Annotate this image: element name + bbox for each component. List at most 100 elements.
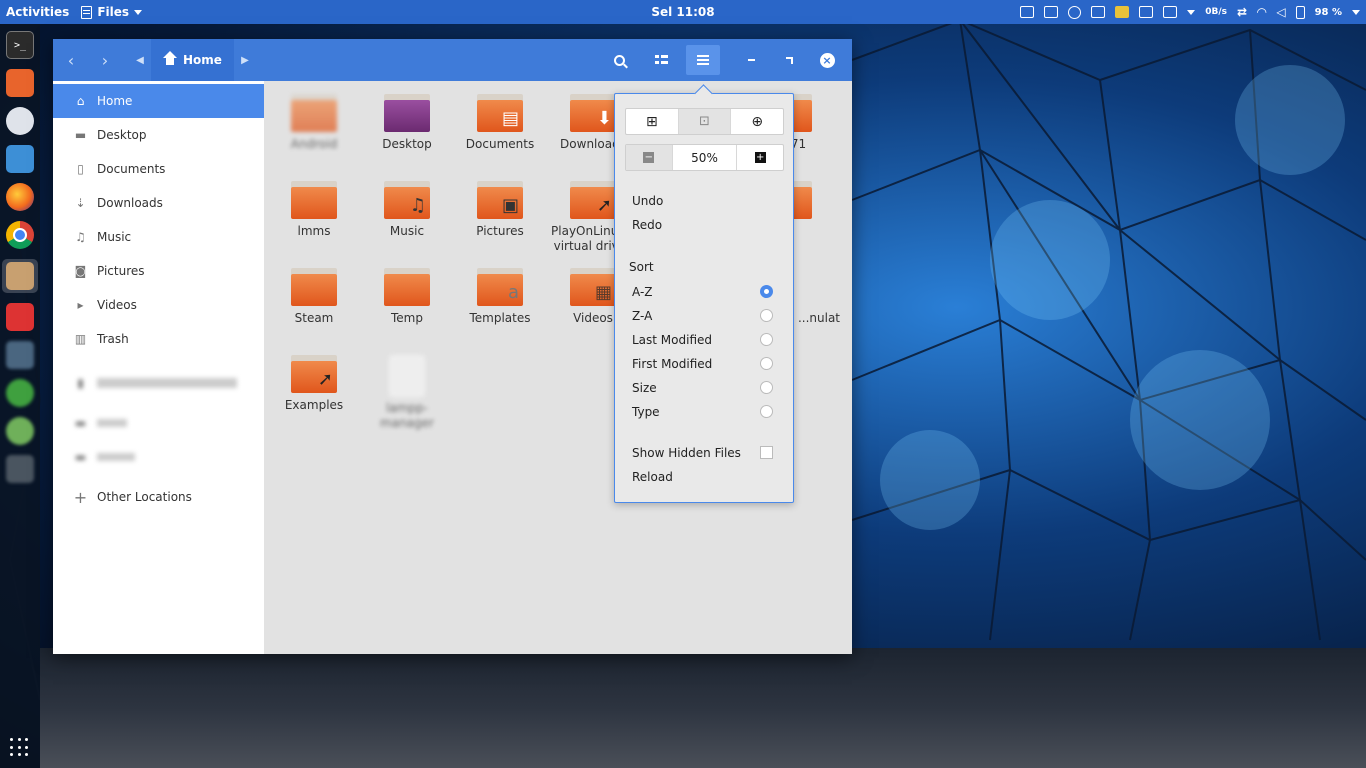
file-item[interactable]: ♫ Music [362,181,452,239]
sidebar-item-bookmark[interactable]: ▬ [53,406,264,440]
activities-button[interactable]: Activities [0,5,75,19]
sort-last-modified-radio[interactable] [760,333,773,346]
forward-button[interactable]: › [93,39,117,81]
file-item[interactable]: Steam [269,268,359,326]
zoom-in-button[interactable]: + [737,145,783,170]
cpu-monitor-icon[interactable] [1091,6,1106,18]
sort-option[interactable]: Type [632,405,660,419]
sidebar-item-label: Pictures [97,264,145,278]
clipboard-icon[interactable] [1163,6,1178,18]
close-icon: × [819,52,835,68]
clock[interactable]: Sel 11:08 [651,5,714,19]
sidebar-item-trash[interactable]: ▥ Trash [53,322,264,356]
firefox-icon[interactable] [6,183,34,211]
sort-size-radio[interactable] [760,381,773,394]
folder-icon: ▬ [74,416,87,430]
sidebar-item-videos[interactable]: ▸ Videos [53,288,264,322]
sidebar-item-label: Trash [97,332,129,346]
sort-option[interactable]: First Modified [632,357,712,371]
sidebar-item-music[interactable]: ♫ Music [53,220,264,254]
coffee-icon[interactable] [1068,5,1082,19]
file-item[interactable]: Desktop [362,94,452,152]
sidebar-item-label: Music [97,230,132,244]
file-item[interactable]: a Templates [455,268,545,326]
sort-z-a-radio[interactable] [760,309,773,322]
document-icon: ▯ [77,162,84,176]
battery-icon[interactable] [1295,5,1305,19]
path-home-button[interactable]: Home [151,39,234,81]
sort-option[interactable]: A-Z [632,285,653,299]
show-hidden-files-checkbox[interactable] [760,446,773,459]
tray-dropdown-icon[interactable] [1187,9,1196,15]
wifi-icon[interactable]: ◠ [1257,5,1266,19]
sort-option[interactable]: Size [632,381,657,395]
documents-folder-icon: ▤ [477,94,523,132]
sort-option[interactable]: Z-A [632,309,652,323]
show-applications-icon[interactable] [10,738,30,758]
sidebar-item-drive[interactable]: ▮ [53,366,264,400]
search-button[interactable] [602,45,636,75]
sidebar-item-desktop[interactable]: ▬ Desktop [53,118,264,152]
path-scroll-left-icon[interactable]: ◀ [129,55,151,66]
sidebar-item-other-locations[interactable]: + Other Locations [53,480,264,514]
redo-item[interactable]: Redo [632,218,662,232]
sort-first-modified-radio[interactable] [760,357,773,370]
app-icon[interactable] [6,379,34,407]
sidebar-item-downloads[interactable]: ⇣ Downloads [53,186,264,220]
zoom-out-button[interactable]: − [626,145,673,170]
zoom-level[interactable]: 50% [673,145,738,170]
plus-icon: + [73,487,88,507]
files-dock-item[interactable] [2,259,38,293]
back-button[interactable]: ‹ [59,39,83,81]
path-scroll-right-icon[interactable]: ▶ [234,55,256,66]
net-speed: 0B/s [1205,7,1228,17]
view-toggle-button[interactable] [644,45,678,75]
menu-button[interactable] [686,45,720,75]
show-hidden-files-item[interactable]: Show Hidden Files [632,446,741,460]
system-menu-chevron-icon[interactable] [1352,9,1360,15]
sort-option[interactable]: Last Modified [632,333,712,347]
new-folder-button[interactable]: ⊞ [626,109,679,134]
reload-item[interactable]: Reload [632,470,673,484]
software-store-icon[interactable] [6,69,34,97]
app-menu[interactable]: Files [75,5,148,19]
app-icon[interactable] [6,455,34,483]
writer-icon[interactable] [6,145,34,173]
bookmark-button[interactable]: ⊡ [678,109,732,134]
sidebar-item-home[interactable]: ⌂ Home [53,84,264,118]
sidebar-item-bookmark[interactable]: ▬ [53,440,264,474]
terminal-icon[interactable]: >_ [6,31,34,59]
symlink-folder-icon: ➚ [291,355,337,393]
file-item[interactable]: lmms [269,181,359,239]
app-menu-label: Files [97,5,130,19]
file-item[interactable]: Temp [362,268,452,326]
file-item[interactable]: ▤ Documents [455,94,545,152]
close-button[interactable]: × [814,47,840,73]
sort-a-z-radio[interactable] [760,285,773,298]
mail-icon[interactable] [6,107,34,135]
file-label: Android [290,137,338,151]
display-icon[interactable] [1139,6,1154,18]
file-item[interactable]: lampp-manager [362,355,452,431]
file-item[interactable]: ➚ Examples [269,355,359,413]
app-icon[interactable] [6,417,34,445]
wallpaper-floor [40,648,1366,768]
folder-icon: ▬ [74,450,87,464]
indicator-icon[interactable] [1044,6,1059,18]
sort-type-radio[interactable] [760,405,773,418]
file-item[interactable]: ▣ Pictures [455,181,545,239]
app-indicator-icon[interactable] [1115,6,1130,18]
chrome-icon[interactable] [6,221,34,249]
volume-icon[interactable]: ◁ [1276,5,1285,19]
new-tab-button[interactable]: ⊕ [731,109,783,134]
undo-item[interactable]: Undo [632,194,663,208]
red-app-icon[interactable] [6,303,34,331]
file-label: Music [389,224,425,238]
sidebar-item-documents[interactable]: ▯ Documents [53,152,264,186]
minimize-button[interactable] [738,47,764,73]
app-icon[interactable] [6,341,34,369]
maximize-button[interactable] [776,47,802,73]
screenshot-icon[interactable] [1020,6,1035,18]
file-item[interactable]: Android [269,94,359,152]
sidebar-item-pictures[interactable]: ◙ Pictures [53,254,264,288]
